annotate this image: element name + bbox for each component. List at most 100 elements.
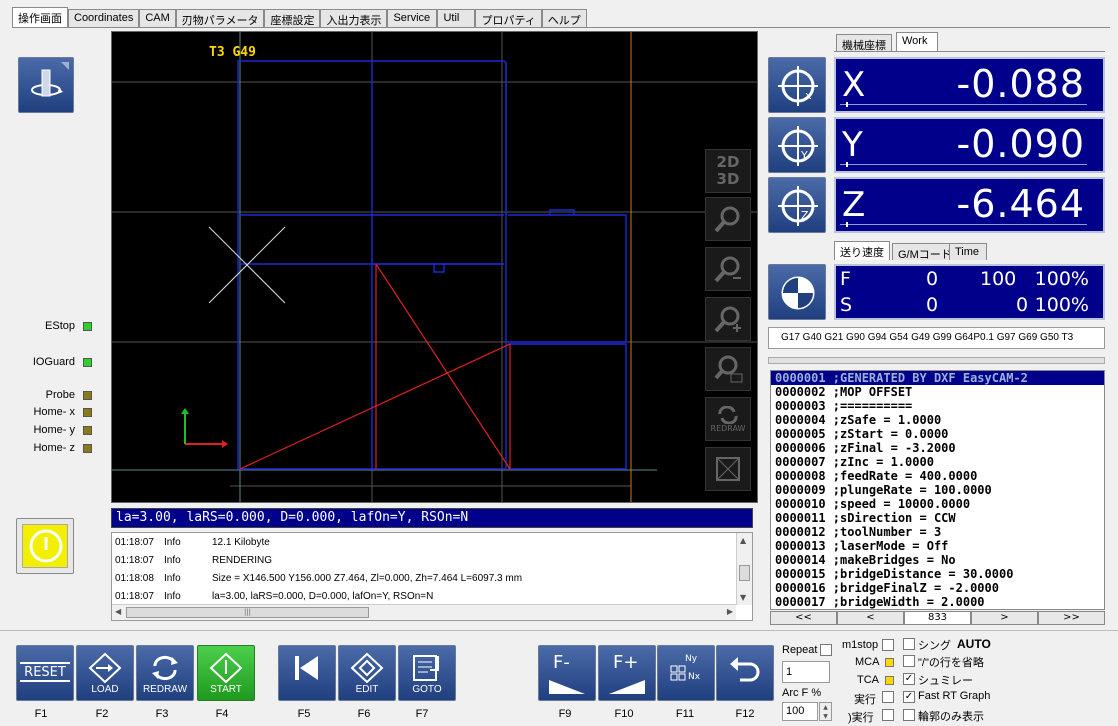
next-page-button[interactable]: > [971, 611, 1038, 625]
prev-page-button[interactable]: < [837, 611, 904, 625]
tab-cam[interactable]: CAM [139, 9, 176, 28]
tab-operation[interactable]: 操作画面 [12, 7, 68, 28]
gcode-line[interactable]: 0000011 ;sDirection = CCW [771, 511, 1104, 525]
gcode-line[interactable]: 0000014 ;makeBridges = No [771, 553, 1104, 567]
gcode-listing[interactable]: 0000001 ;GENERATED BY DXF EasyCAM-2 0000… [770, 370, 1105, 610]
scroll-thumb[interactable] [739, 565, 750, 581]
led-home-z: Home- z [0, 442, 92, 454]
scroll-thumb[interactable]: ||| [126, 607, 369, 618]
redraw-view-button[interactable]: REDRAW [705, 397, 751, 441]
feed-minus-button[interactable]: F- [538, 645, 596, 701]
message-log[interactable]: 01:18:07 Info 12.1 Kilobyte 01:18:07 Inf… [111, 532, 753, 621]
svg-text:Y: Y [800, 149, 808, 162]
tab-work-coords[interactable]: Work [896, 32, 938, 51]
log-time: 01:18:07 [115, 590, 154, 602]
power-button[interactable] [16, 518, 74, 574]
start-button[interactable]: START [197, 645, 255, 701]
tab-io-display[interactable]: 入出力表示 [320, 9, 388, 28]
option-label: MCA [855, 656, 880, 668]
tab-util[interactable]: Util [437, 9, 476, 28]
toggle-2d-3d-button[interactable]: 2D 3D [705, 149, 751, 193]
chevron-up-icon[interactable]: ▲ [740, 536, 746, 545]
contour-only-checkbox[interactable] [903, 709, 915, 721]
tab-gm-codes[interactable]: G/Mコード [892, 243, 958, 261]
mca-indicator [885, 658, 894, 667]
single-step-checkbox[interactable] [903, 638, 915, 650]
zero-z-button[interactable]: Z [768, 177, 826, 233]
tab-service[interactable]: Service [387, 9, 438, 28]
gcode-line[interactable]: 0000004 ;zSafe = 1.0000 [771, 413, 1104, 427]
zoom-fit-button[interactable] [705, 197, 751, 241]
led-ioguard: IOGuard [0, 356, 92, 368]
log-message: la=3.00, laRS=0.000, D=0.000, lafOn=Y, R… [212, 590, 434, 602]
m1stop-checkbox[interactable] [882, 639, 894, 651]
tab-properties[interactable]: プロパティ [475, 9, 542, 28]
gcode-line[interactable]: 0000013 ;laserMode = Off [771, 539, 1104, 553]
chevron-left-icon[interactable]: ◀ [115, 607, 121, 616]
zoom-out-button[interactable] [705, 247, 751, 291]
arc-feed-input[interactable]: 100 [782, 702, 818, 721]
bottom-divider [0, 630, 1118, 631]
goto-button[interactable]: GOTO [398, 645, 456, 701]
repeat-checkbox[interactable] [820, 644, 832, 656]
splitter-bar[interactable] [768, 357, 1105, 364]
zoom-window-button[interactable] [705, 347, 751, 391]
zoom-in-button[interactable] [705, 297, 751, 341]
log-time: 01:18:07 [115, 536, 154, 548]
reset-button[interactable]: RESET [16, 645, 74, 701]
tab-divider [12, 27, 1110, 28]
cube-view-button[interactable] [705, 447, 751, 491]
arc-feed-spinner[interactable]: ▲ ▼ [819, 702, 832, 721]
execute-checkbox[interactable] [882, 691, 894, 703]
gcode-line[interactable]: 0000017 ;bridgeWidth = 2.0000 [771, 595, 1104, 609]
array-button[interactable]: Ny Nx [657, 645, 715, 701]
gcode-line[interactable]: 0000009 ;plungeRate = 100.0000 [771, 483, 1104, 497]
chevron-down-icon[interactable]: ▼ [740, 593, 746, 602]
tab-feed-rate[interactable]: 送り速度 [834, 241, 890, 260]
led-label: Probe [45, 389, 75, 401]
tab-coordinates[interactable]: Coordinates [68, 9, 140, 28]
tab-machine-coords[interactable]: 機械座標 [836, 34, 892, 52]
execute2-checkbox[interactable] [882, 709, 894, 721]
tab-coordinate-settings[interactable]: 座標設定 [264, 9, 321, 28]
feed-override-button[interactable] [768, 264, 826, 320]
log-horizontal-scrollbar[interactable]: ◀ ||| ▶ [112, 604, 736, 620]
feed-plus-button[interactable]: F+ [598, 645, 656, 701]
svg-text:Z: Z [801, 209, 809, 222]
fast-rt-graph-checkbox[interactable]: ✓ [903, 691, 915, 703]
tab-tool-parameters[interactable]: 刃物パラメータ [175, 9, 265, 28]
gcode-line[interactable]: 0000016 ;bridgeFinalZ = -2.0000 [771, 581, 1104, 595]
redraw-button[interactable]: REDRAW [136, 645, 194, 701]
log-vertical-scrollbar[interactable]: ▲ ▼ [736, 533, 752, 605]
load-button[interactable]: LOAD [76, 645, 134, 701]
simulation-checkbox[interactable]: ✓ [903, 673, 915, 685]
skip-slash-checkbox[interactable] [903, 655, 915, 667]
gcode-line[interactable]: 0000008 ;feedRate = 400.0000 [771, 469, 1104, 483]
chevron-right-icon[interactable]: ▶ [727, 607, 733, 616]
status-led-icon [83, 443, 92, 453]
gcode-line[interactable]: 0000002 ;MOP OFFSET [771, 385, 1104, 399]
dro-bar [840, 162, 1087, 167]
tab-time[interactable]: Time [949, 243, 987, 260]
gcode-line[interactable]: 0000005 ;zStart = 0.0000 [771, 427, 1104, 441]
log-level: Info [164, 572, 181, 584]
rewind-button[interactable] [278, 645, 336, 701]
gcode-line[interactable]: 0000003 ;========== [771, 399, 1104, 413]
repeat-input[interactable]: 1 [782, 661, 830, 683]
zero-x-button[interactable]: x [768, 57, 826, 113]
zero-y-button[interactable]: Y [768, 117, 826, 173]
gcode-line[interactable]: 0000012 ;toolNumber = 3 [771, 525, 1104, 539]
gcode-line[interactable]: 0000015 ;bridgeDistance = 30.0000 [771, 567, 1104, 581]
gcode-line[interactable]: 0000010 ;speed = 10000.0000 [771, 497, 1104, 511]
edit-button[interactable]: EDIT [338, 645, 396, 701]
rotate-view-button[interactable] [18, 57, 74, 113]
feed-plus-label: F+ [613, 652, 639, 673]
gcode-line[interactable]: 0000006 ;zFinal = -3.2000 [771, 441, 1104, 455]
gcode-line[interactable]: 0000007 ;zInc = 1.0000 [771, 455, 1104, 469]
first-page-button[interactable]: << [770, 611, 837, 625]
last-page-button[interactable]: >> [1038, 611, 1105, 625]
gcode-line-selected[interactable]: 0000001 ;GENERATED BY DXF EasyCAM-2 [771, 371, 1104, 385]
undo-button[interactable] [716, 645, 774, 701]
tab-help[interactable]: ヘルプ [541, 9, 587, 28]
toolpath-viewport[interactable]: T3 G49 2D 3D REDRAW [111, 31, 758, 503]
